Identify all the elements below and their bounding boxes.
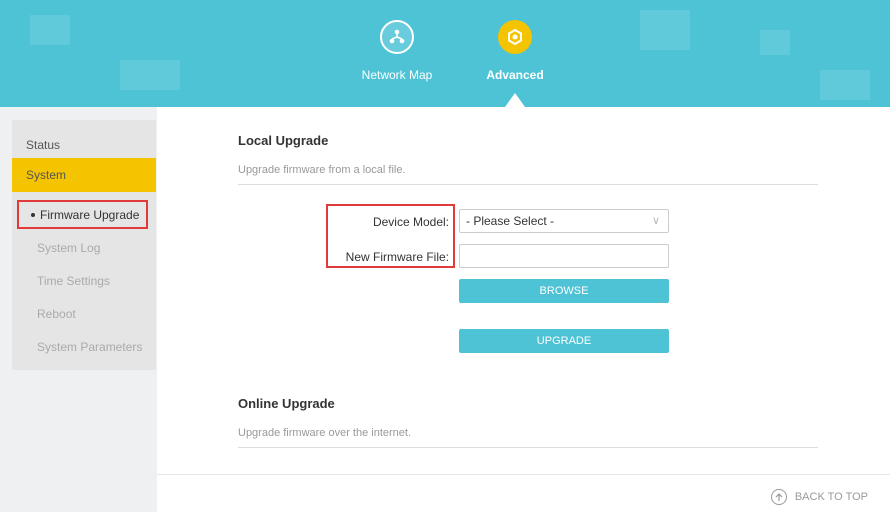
browse-button[interactable]: BROWSE bbox=[459, 279, 669, 303]
sidebar-item-status[interactable]: Status bbox=[12, 134, 156, 156]
sidebar-item-system-log[interactable]: System Log bbox=[12, 237, 156, 259]
online-upgrade-title: Online Upgrade bbox=[238, 396, 335, 411]
header-pattern-tile bbox=[820, 70, 870, 100]
sidebar-item-system[interactable]: System bbox=[12, 158, 156, 192]
section-divider bbox=[238, 447, 818, 448]
back-to-top-label: BACK TO TOP bbox=[794, 491, 868, 503]
header-pattern-tile bbox=[120, 60, 180, 90]
device-model-select[interactable]: - Please Select - ∨ bbox=[459, 209, 669, 233]
sidebar: Status System Firmware Upgrade System Lo… bbox=[12, 120, 156, 370]
sidebar-item-system-parameters[interactable]: System Parameters bbox=[12, 336, 156, 358]
header-pattern-tile bbox=[760, 30, 790, 55]
main-content: Local Upgrade Upgrade firmware from a lo… bbox=[157, 107, 890, 474]
firmware-file-input[interactable] bbox=[459, 244, 669, 268]
local-upgrade-description: Upgrade firmware from a local file. bbox=[238, 164, 406, 176]
nav-network-map[interactable]: Network Map bbox=[347, 0, 447, 82]
footer-bar: BACK TO TOP bbox=[157, 474, 890, 512]
nav-label: Network Map bbox=[361, 68, 433, 82]
nav-advanced[interactable]: Advanced bbox=[465, 0, 565, 82]
advanced-gear-icon bbox=[498, 20, 532, 54]
sidebar-item-time-settings[interactable]: Time Settings bbox=[12, 270, 156, 292]
upgrade-button[interactable]: UPGRADE bbox=[459, 329, 669, 353]
local-upgrade-title: Local Upgrade bbox=[238, 133, 329, 148]
chevron-down-icon: ∨ bbox=[651, 215, 660, 227]
nav-label: Advanced bbox=[486, 68, 544, 82]
device-model-value: - Please Select - bbox=[466, 214, 555, 228]
header-pattern-tile bbox=[30, 15, 70, 45]
highlight-box-firmware-upgrade bbox=[17, 200, 148, 229]
online-upgrade-description: Upgrade firmware over the internet. bbox=[238, 427, 412, 439]
section-divider bbox=[238, 184, 818, 185]
highlight-box-form-labels bbox=[326, 204, 455, 268]
active-nav-pointer bbox=[505, 93, 525, 107]
network-map-icon bbox=[380, 20, 414, 54]
arrow-up-icon bbox=[770, 489, 787, 505]
top-header: Network Map Advanced bbox=[0, 0, 890, 107]
header-pattern-tile bbox=[640, 10, 690, 50]
back-to-top-button[interactable]: BACK TO TOP bbox=[770, 489, 868, 505]
sidebar-item-reboot[interactable]: Reboot bbox=[12, 303, 156, 325]
